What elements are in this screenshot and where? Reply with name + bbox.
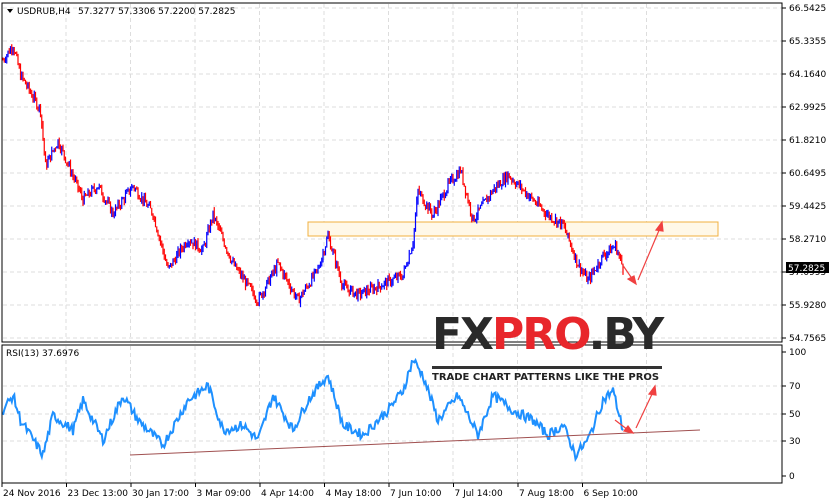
dropdown-triangle-icon[interactable] (7, 9, 13, 13)
fxpro-logo: FXPRO.BY TRADE CHART PATTERNS LIKE THE P… (432, 313, 664, 383)
ohlc-values: 57.3277 57.3306 57.2200 57.2825 (78, 7, 235, 17)
logo-tagline: TRADE CHART PATTERNS LIKE THE PROS (432, 366, 662, 383)
price-tick-label: 61.8210 (789, 136, 826, 146)
price-tick-label: 55.9280 (789, 301, 826, 311)
time-axis: 24 Nov 2016 23 Dec 13:00 30 Jan 17:00 3 Mar… (1, 483, 639, 499)
rsi-tick-label: 50 (789, 410, 801, 420)
price-tick-label: 66.5425 (789, 4, 826, 14)
grid (3, 4, 782, 482)
arrow-down-icon (622, 425, 635, 434)
time-tick-label: 7 Jul 14:00 (455, 489, 504, 499)
price-tick-label: 65.3355 (789, 37, 826, 47)
logo-pro: PRO (491, 309, 591, 360)
symbol-label: USDRUB,H4 (17, 7, 71, 17)
price-tick-label: 54.7565 (789, 334, 826, 344)
price-tick-label: 62.9925 (789, 103, 826, 113)
price-tick-label: 58.2710 (789, 235, 826, 245)
rsi-tick-label: 100 (789, 348, 806, 358)
time-tick-label: 30 Jan 17:00 (132, 489, 189, 499)
time-tick-label: 4 Apr 14:00 (261, 489, 314, 499)
time-tick-label: 7 Jun 10:00 (390, 489, 442, 499)
time-tick-label: 7 Aug 18:00 (519, 489, 574, 499)
chart-window: 66.5425 65.3355 64.1640 62.9925 61.8210 60.64… (0, 0, 829, 504)
time-tick-label: 23 Dec 13:00 (68, 489, 129, 499)
rsi-tick-label: 70 (789, 382, 801, 392)
chart-canvas[interactable]: 66.5425 65.3355 64.1640 62.9925 61.8210 60.64… (0, 0, 829, 504)
time-tick-label: 24 Nov 2016 (3, 489, 61, 499)
time-tick-label: 4 May 18:00 (326, 489, 382, 499)
logo-fx: FX (432, 309, 494, 360)
rsi-tick-label: 30 (789, 437, 801, 447)
time-tick-label: 6 Sep 10:00 (584, 489, 639, 499)
logo-by: BY (603, 309, 664, 360)
price-tick-label: 60.6495 (789, 169, 826, 179)
price-tick-label: 59.4425 (789, 202, 826, 212)
arrow-down-icon (626, 275, 637, 286)
arrow-up-icon (647, 384, 657, 396)
rsi-trendline[interactable] (129, 429, 701, 456)
price-bars (2, 44, 624, 308)
time-tick-label: 3 Mar 09:00 (197, 489, 252, 499)
rsi-tick-label: 0 (789, 472, 795, 482)
price-tick-label: 64.1640 (789, 70, 826, 80)
price-axis: 66.5425 65.3355 64.1640 62.9925 61.8210 60.64… (782, 4, 826, 482)
current-price-label: 57.2825 (788, 264, 825, 274)
logo-dot: . (588, 309, 606, 360)
rsi-label: RSI(13) 37.6976 (6, 349, 79, 359)
